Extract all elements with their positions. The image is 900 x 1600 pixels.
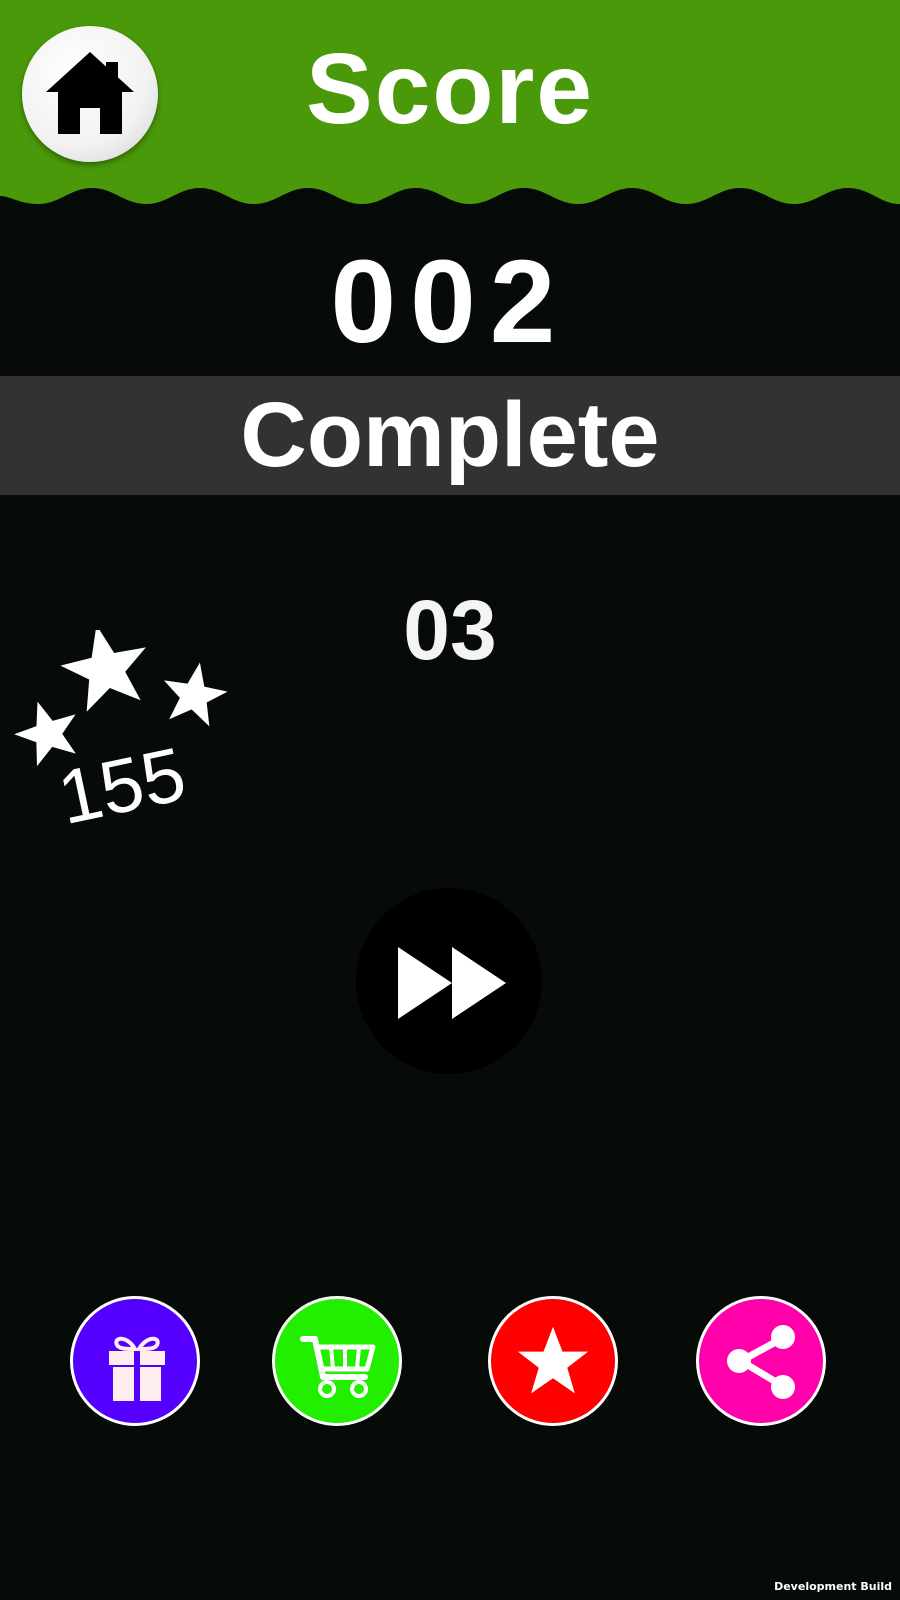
fast-forward-icon — [398, 947, 506, 1019]
page-title: Score — [306, 33, 594, 145]
home-button[interactable] — [22, 26, 158, 162]
gift-button[interactable] — [70, 1296, 200, 1426]
share-icon — [727, 1325, 795, 1399]
home-icon — [46, 52, 134, 134]
complete-label: Complete — [240, 384, 660, 486]
next-level-button[interactable] — [356, 888, 542, 1074]
shop-button[interactable] — [272, 1296, 402, 1426]
gift-icon — [109, 1336, 165, 1401]
share-button[interactable] — [696, 1296, 826, 1426]
development-build-label: Development Build — [774, 1580, 892, 1593]
rate-button[interactable] — [488, 1296, 618, 1426]
score-value: 002 — [330, 236, 570, 368]
star-icon — [517, 1326, 589, 1394]
cart-icon — [300, 1336, 376, 1398]
header-bar: Score — [0, 0, 900, 215]
